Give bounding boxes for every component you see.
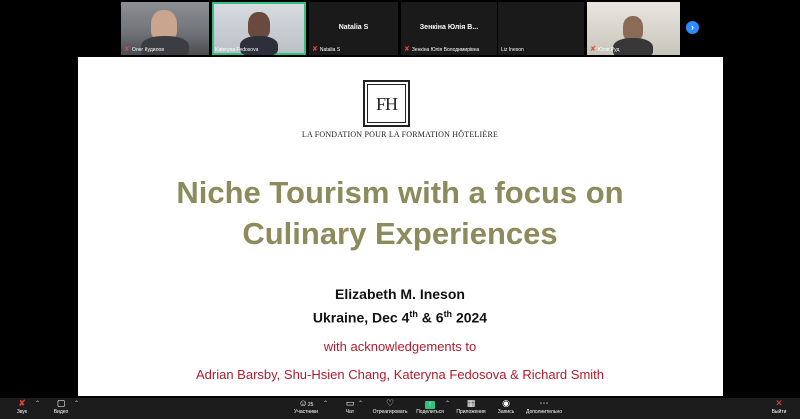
participant-center-name: Зенкіна Юлія В... (419, 24, 479, 31)
record-label: Запись (497, 409, 515, 415)
mic-muted-icon: ✘ (404, 46, 410, 53)
participant-footer: Liz Ineson (501, 47, 524, 53)
slide-title: Niche Tourism with a focus on Culinary E… (90, 172, 710, 254)
apps-grid-icon: ▦ (466, 398, 476, 408)
participants-icon: ☺25 (298, 398, 314, 408)
video-label: Видео (53, 409, 69, 415)
meeting-toolbar: ✘ Звук ⌃ ▢ Видео ⌃ ☺25 Участники ⌃ ▭ Чат… (0, 398, 800, 419)
participant-name: Natalia S (319, 46, 341, 53)
participants-count: 25 (307, 402, 314, 408)
heart-icon: ♡ (385, 398, 395, 408)
participant-tile[interactable]: ✘ Юлія Руд (587, 2, 680, 55)
participant-tile[interactable]: Natalia S ✘ Natalia S (309, 2, 398, 55)
participant-tile-active-speaker[interactable]: Kateryna Fedosova (212, 2, 306, 55)
participants-label: Участники (294, 409, 318, 415)
record-button[interactable]: ◉ Запись (494, 398, 518, 419)
place-date: Ukraine, Dec 4th & 6th 2024 (200, 309, 600, 326)
mic-muted-icon: ✘ (590, 46, 596, 53)
acknowledged-names: Adrian Barsby, Shu-Hsien Chang, Kateryna… (195, 367, 604, 382)
more-label: Дополнительно (526, 409, 562, 415)
next-page-arrow-icon[interactable]: › (686, 21, 699, 34)
mic-muted-icon: ✘ (124, 46, 130, 53)
apps-label: Приложения (456, 409, 486, 415)
camera-icon: ▢ (56, 398, 66, 408)
ordinal-suffix: th (443, 309, 453, 319)
apps-button[interactable]: ▦ Приложения (453, 398, 489, 419)
participants-button[interactable]: ☺25 Участники (290, 398, 322, 419)
participant-name: Liz Ineson (501, 47, 524, 53)
chat-label: Чат (345, 409, 355, 415)
video-button[interactable]: ▢ Видео (49, 398, 73, 419)
place-mid: & 6 (417, 309, 444, 326)
more-dots-icon: ⋯ (539, 398, 549, 408)
record-icon: ◉ (502, 398, 510, 408)
place-prefix: Ukraine, Dec 4 (312, 309, 410, 326)
acknowledgement: with acknowledgements to (323, 339, 477, 354)
foundation-name: LA FONDATION POUR LA FORMATION HÔTELIÈRE (301, 130, 499, 139)
share-screen-button[interactable]: ↑ Поделиться (414, 398, 446, 419)
participant-video (623, 16, 643, 40)
participant-tile[interactable]: Зенкіна Юлія В... ✘ Зенкіна Юлія Володим… (401, 2, 497, 55)
leave-button[interactable]: ✕ Выйти (768, 398, 790, 419)
share-label: Поделиться (416, 409, 444, 415)
react-button[interactable]: ♡ Отреагировать (371, 398, 409, 419)
slide-title-line-1: Niche Tourism with a focus on (176, 175, 624, 210)
participant-name: Юлія Руд (597, 46, 620, 53)
participant-footer: ✘ Зенкіна Юлія Володимирівна (404, 46, 479, 53)
participant-center-name: Natalia S (338, 24, 369, 31)
participant-tile[interactable]: ✘ Олег Кудилов (121, 2, 209, 55)
participant-name: Зенкіна Юлія Володимирівна (411, 46, 480, 53)
leave-label: Выйти (771, 409, 787, 415)
share-screen-icon: ↑ (414, 398, 446, 409)
share-options-caret-icon[interactable]: ⌃ (445, 400, 450, 407)
fh-logo: FH (363, 80, 410, 127)
mic-muted-icon: ✘ (18, 398, 26, 408)
participant-name: Олег Кудилов (131, 46, 164, 53)
ordinal-suffix: th (409, 309, 418, 319)
participants-options-caret-icon[interactable]: ⌃ (323, 400, 328, 407)
author-name: Elizabeth M. Ineson (335, 286, 465, 302)
more-button[interactable]: ⋯ Дополнительно (524, 398, 564, 419)
participant-video (248, 12, 270, 38)
participant-footer: Kateryna Fedosova (215, 47, 258, 53)
chat-options-caret-icon[interactable]: ⌃ (358, 400, 363, 407)
place-year: 2024 (452, 309, 488, 326)
leave-door-icon: ✕ (775, 398, 783, 408)
audio-label: Звук (16, 409, 28, 415)
participant-footer: ✘ Юлія Руд (590, 46, 619, 53)
logo-text: FH (375, 94, 398, 114)
video-options-caret-icon[interactable]: ⌃ (74, 400, 79, 407)
slide-title-line-2: Culinary Experiences (242, 216, 558, 251)
participant-tile[interactable]: Liz Ineson (498, 2, 584, 55)
audio-options-caret-icon[interactable]: ⌃ (35, 400, 40, 407)
participant-name: Kateryna Fedosova (215, 47, 259, 53)
mic-muted-icon: ✘ (312, 46, 318, 53)
gallery-strip: ✘ Олег Кудилов Kateryna Fedosova Natalia… (0, 0, 800, 56)
participant-footer: ✘ Олег Кудилов (124, 46, 164, 53)
participant-footer: ✘ Natalia S (312, 46, 340, 53)
react-label: Отреагировать (372, 409, 408, 415)
audio-button[interactable]: ✘ Звук (10, 398, 34, 419)
